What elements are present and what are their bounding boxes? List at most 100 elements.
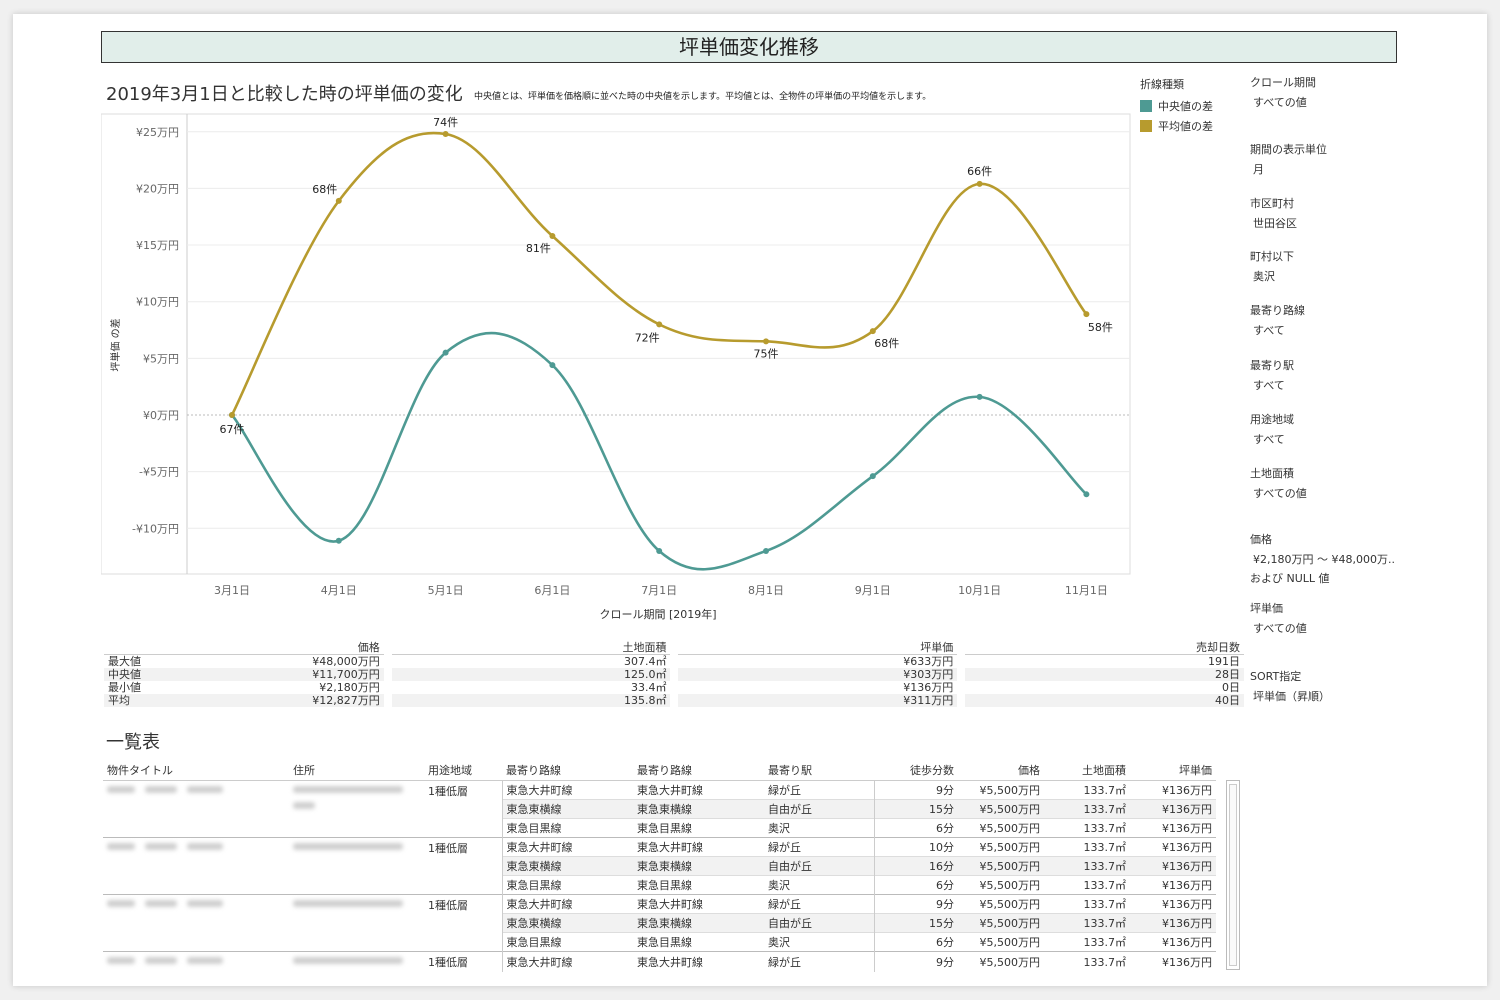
walk-minutes-cell: 15分 <box>873 799 958 819</box>
stats-cell: 135.8㎡ <box>391 694 671 707</box>
line-1-cell: 東急東横線 <box>501 856 633 876</box>
filter-label: 用途地域 <box>1250 413 1294 426</box>
walk-minutes-cell: 9分 <box>873 951 958 972</box>
stats-row-label: 平均 <box>108 694 130 707</box>
data-point[interactable] <box>442 349 449 356</box>
data-point[interactable] <box>335 197 342 204</box>
filter-period-unit[interactable]: 期間の表示単位 月 <box>1250 141 1327 177</box>
filter-nearest-station[interactable]: 最寄り駅 すべて <box>1250 357 1294 393</box>
stats-header-price: 価格 <box>104 641 384 655</box>
data-point[interactable] <box>656 321 663 328</box>
filter-city[interactable]: 市区町村 世田谷区 <box>1250 195 1297 231</box>
col-header-price[interactable]: 価格 <box>958 760 1044 781</box>
stats-header-land-area: 土地面積 <box>391 641 671 655</box>
land-area-cell: 133.7㎡ <box>1044 951 1130 972</box>
col-header-line-1[interactable]: 最寄り路線 <box>502 760 633 781</box>
col-header-station[interactable]: 最寄り駅 <box>764 760 874 781</box>
data-point[interactable] <box>763 547 769 554</box>
line-2-cell: 東急目黒線 <box>633 875 764 895</box>
stats-row-label: 最大値 <box>108 655 141 668</box>
data-point[interactable] <box>549 362 556 369</box>
data-point[interactable] <box>763 338 769 345</box>
station-cell: 奥沢 <box>764 932 874 952</box>
price-cell: ¥5,500万円 <box>958 818 1044 838</box>
filter-value[interactable]: すべて <box>1250 322 1305 338</box>
zoning-cell: 1種低層 <box>424 780 502 838</box>
line-2-cell: 東急東横線 <box>633 856 764 876</box>
col-header-title[interactable]: 物件タイトル <box>103 760 289 781</box>
filter-value[interactable]: ¥2,180万円 ～ ¥48,000万.. <box>1250 551 1395 567</box>
x-tick-label: 5月1日 <box>428 584 464 597</box>
data-point[interactable] <box>656 547 663 554</box>
table-row[interactable]: 1種低層 東急大井町線 東急大井町線 緑が丘 9分 ¥5,500万円 133.7㎡ ¥136万… <box>103 780 1216 838</box>
x-tick-label: 7月1日 <box>641 584 677 597</box>
filter-value[interactable]: 世田谷区 <box>1250 215 1297 231</box>
data-label: 68件 <box>874 337 899 350</box>
filter-nearest-line[interactable]: 最寄り路線 すべて <box>1250 302 1305 338</box>
data-label: 58件 <box>1088 321 1113 334</box>
table-row[interactable]: 1種低層 東急大井町線 東急大井町線 緑が丘 9分 ¥5,500万円 133.7㎡ ¥136万… <box>103 894 1216 952</box>
line-2-cell: 東急目黒線 <box>633 818 764 838</box>
col-header-land-area[interactable]: 土地面積 <box>1044 760 1130 781</box>
filter-tsubo-price[interactable]: 坪単価 すべての値 <box>1250 600 1307 636</box>
col-header-zoning[interactable]: 用途地域 <box>424 760 502 781</box>
list-scrollbar[interactable] <box>1226 780 1240 970</box>
filter-value[interactable]: すべて <box>1250 377 1294 393</box>
filter-value[interactable]: すべての値 <box>1250 485 1307 501</box>
data-point[interactable] <box>442 131 449 138</box>
data-point[interactable] <box>549 232 556 239</box>
filter-land-area[interactable]: 土地面積 すべての値 <box>1250 465 1307 501</box>
data-point[interactable] <box>335 537 342 544</box>
x-tick-label: 11月1日 <box>1065 584 1108 597</box>
col-header-line-2[interactable]: 最寄り路線 <box>633 760 764 781</box>
x-tick-label: 6月1日 <box>534 584 570 597</box>
filter-label: 最寄り駅 <box>1250 359 1294 372</box>
list-scrollbar-thumb[interactable] <box>1229 784 1237 966</box>
filter-price[interactable]: 価格 ¥2,180万円 ～ ¥48,000万.. および NULL 値 <box>1250 531 1395 586</box>
filter-crawl-period[interactable]: クロール期間 すべての値 <box>1250 74 1316 110</box>
filter-value[interactable]: すべての値 <box>1250 620 1307 636</box>
filter-value[interactable]: すべて <box>1250 431 1294 447</box>
walk-minutes-cell: 6分 <box>873 932 958 952</box>
line-chart[interactable]: -¥10万円 -¥5万円 ¥0万円 ¥5万円 ¥10万円 ¥15万円 ¥20万円 ¥25万円 3… <box>101 110 1133 630</box>
col-header-address[interactable]: 住所 <box>289 760 424 781</box>
line-1-cell: 東急大井町線 <box>501 894 633 914</box>
data-point[interactable] <box>976 180 983 187</box>
tsubo-price-cell: ¥136万円 <box>1130 856 1216 876</box>
stats-header-tsubo-price: 坪単価 <box>678 641 958 655</box>
land-area-cell: 133.7㎡ <box>1044 780 1130 800</box>
data-point[interactable] <box>1083 491 1090 498</box>
filter-sort[interactable]: SORT指定 坪単価（昇順） <box>1250 668 1330 704</box>
y-tick-label: ¥5万円 <box>143 352 179 365</box>
line-1-cell: 東急目黒線 <box>501 818 633 838</box>
legend-item-mean[interactable]: 平均値の差 <box>1140 116 1213 136</box>
filter-value[interactable]: 奥沢 <box>1250 268 1294 284</box>
col-header-tsubo-price[interactable]: 坪単価 <box>1130 760 1216 781</box>
data-point[interactable] <box>976 393 983 400</box>
tsubo-price-cell: ¥136万円 <box>1130 837 1216 857</box>
y-tick-label: -¥10万円 <box>132 522 179 535</box>
legend-item-median[interactable]: 中央値の差 <box>1140 96 1213 116</box>
data-point[interactable] <box>1083 311 1090 318</box>
stats-cell: ¥2,180万円 <box>319 681 380 694</box>
col-header-walk-minutes[interactable]: 徒歩分数 <box>874 760 958 781</box>
filter-label: 土地面積 <box>1250 467 1294 480</box>
stats-cell: ¥303万円 <box>678 668 958 681</box>
walk-minutes-cell: 10分 <box>873 837 958 857</box>
filter-value[interactable]: 坪単価（昇順） <box>1250 688 1330 704</box>
station-cell: 緑が丘 <box>764 780 874 800</box>
filter-value[interactable]: すべての値 <box>1250 94 1316 110</box>
filter-value-null[interactable]: および NULL 値 <box>1250 570 1395 586</box>
data-point[interactable] <box>869 473 876 480</box>
line-2-cell: 東急大井町線 <box>633 780 764 800</box>
filter-town[interactable]: 町村以下 奥沢 <box>1250 248 1294 284</box>
table-row[interactable]: 1種低層 東急大井町線 東急大井町線 緑が丘 9分 ¥5,500万円 133.7㎡ ¥136万… <box>103 951 1216 972</box>
filter-value[interactable]: 月 <box>1250 161 1327 177</box>
filter-label: 最寄り路線 <box>1250 304 1305 317</box>
filter-zoning[interactable]: 用途地域 すべて <box>1250 411 1294 447</box>
station-cell: 奥沢 <box>764 875 874 895</box>
table-row[interactable]: 1種低層 東急大井町線 東急大井町線 緑が丘 10分 ¥5,500万円 133.7㎡ ¥136… <box>103 837 1216 895</box>
data-point[interactable] <box>229 412 235 418</box>
land-area-cell: 133.7㎡ <box>1044 932 1130 952</box>
data-point[interactable] <box>869 328 876 335</box>
